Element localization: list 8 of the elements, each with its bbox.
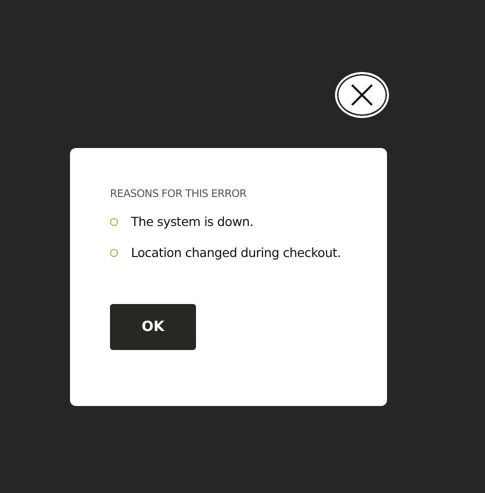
ok-button[interactable]: OK <box>110 304 196 350</box>
bullet-icon <box>110 218 118 226</box>
reason-text: Location changed during checkout. <box>131 245 341 260</box>
bullet-icon <box>110 248 118 256</box>
dialog-heading: REASONS FOR THIS ERROR <box>110 188 248 200</box>
close-button[interactable] <box>335 72 389 118</box>
reason-text: The system is down. <box>131 214 254 229</box>
close-icon <box>350 83 374 107</box>
